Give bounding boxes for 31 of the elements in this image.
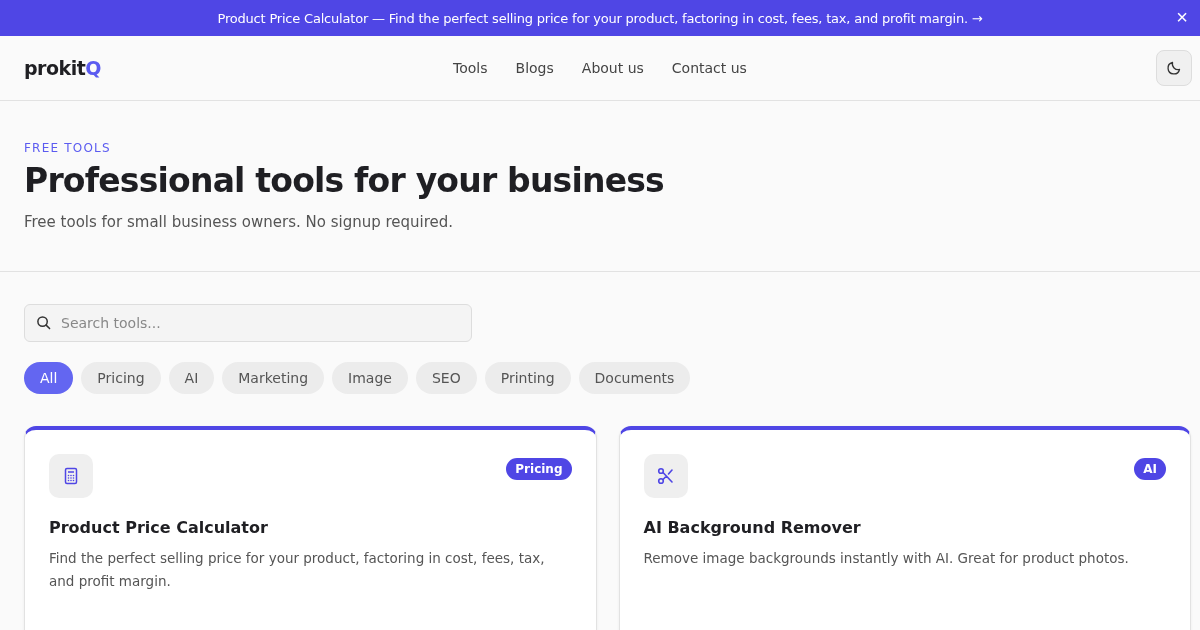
category-tag: Pricing [506, 457, 572, 480]
tool-description: Remove image backgrounds instantly with AI. Great for product photos. [643, 548, 1130, 568]
category-tag: AI [1134, 457, 1166, 480]
close-button[interactable]: × [1172, 6, 1192, 28]
tool-title: AI Background Remover [643, 517, 862, 537]
filter-chip[interactable]: Image [332, 361, 408, 394]
filter-chip[interactable]: SEO [415, 361, 477, 394]
calculator-icon [62, 466, 80, 485]
tool-card[interactable]: Pricing Product Price Calculator Find the perfect selling price for your product, factoring in cost, fees, tax, and profit margin. [24, 425, 597, 630]
nav-link[interactable]: Blogs [515, 60, 554, 76]
search-field[interactable]: Search tools... [24, 303, 472, 342]
logo[interactable]: prokitQ [24, 57, 101, 79]
nav-link[interactable]: Tools [453, 60, 488, 76]
tool-description: Find the perfect selling price for your product, factoring in cost, fees, tax, and profit margin. [49, 548, 546, 591]
filter-chip[interactable]: Documents [578, 361, 691, 394]
filter-chip[interactable]: Marketing [222, 361, 325, 394]
moon-icon [1166, 60, 1182, 76]
filter-chip[interactable]: All [24, 361, 74, 394]
section-eyebrow: FREE TOOLS [24, 141, 112, 155]
nav-link[interactable]: About us [581, 60, 644, 76]
nav-link[interactable]: Contact us [671, 60, 747, 76]
theme-toggle-button[interactable] [1156, 50, 1192, 86]
tool-card[interactable]: AI AI Background Remover Remove image backgrounds instantly with AI. Great for product photos. [618, 425, 1191, 630]
filter-chip[interactable]: Printing [484, 361, 571, 394]
tool-title: Product Price Calculator [49, 517, 269, 537]
scissors-icon [655, 465, 676, 486]
page-title: Professional tools for your business [24, 161, 665, 201]
filter-chip[interactable]: Pricing [81, 361, 161, 394]
announcement-text[interactable]: Product Price Calculator — Find the perfect selling price for your product, factoring in cost, fees, tax, and profit margin. → [217, 10, 983, 26]
filter-chip[interactable]: AI [168, 361, 215, 394]
page-subtitle: Free tools for small business owners. No signup required. [24, 212, 455, 231]
